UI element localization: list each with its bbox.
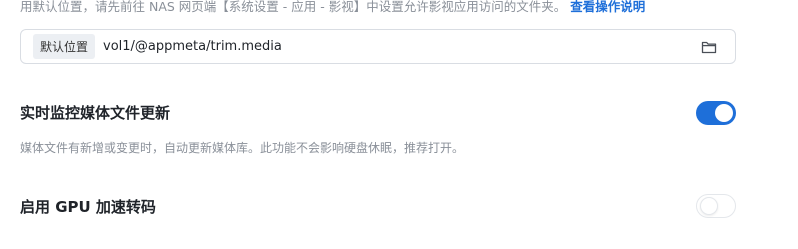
media-path-field[interactable]: 默认位置 vol1/@appmeta/trim.media — [20, 29, 736, 64]
view-instructions-link[interactable]: 查看操作说明 — [570, 0, 645, 14]
toggle-knob — [700, 197, 718, 215]
realtime-monitor-description: 媒体文件有新增或变更时，自动更新媒体库。此功能不会影响硬盘休眠，推荐打开。 — [20, 141, 465, 155]
intro-message: 用默认位置，请先前往 NAS 网页端【系统设置 - 应用 - 影视】中设置允许影… — [20, 0, 567, 14]
realtime-monitor-title: 实时监控媒体文件更新 — [20, 104, 171, 122]
intro-text: 用默认位置，请先前往 NAS 网页端【系统设置 - 应用 - 影视】中设置允许影… — [20, 0, 645, 15]
toggle-knob — [715, 104, 733, 122]
gpu-transcode-toggle[interactable] — [696, 194, 736, 218]
folder-icon[interactable] — [701, 40, 717, 54]
default-location-tag: 默认位置 — [33, 34, 96, 59]
gpu-transcode-title: 启用 GPU 加速转码 — [20, 198, 156, 216]
realtime-monitor-toggle[interactable] — [696, 101, 736, 125]
media-path-value: vol1/@appmeta/trim.media — [103, 39, 282, 54]
